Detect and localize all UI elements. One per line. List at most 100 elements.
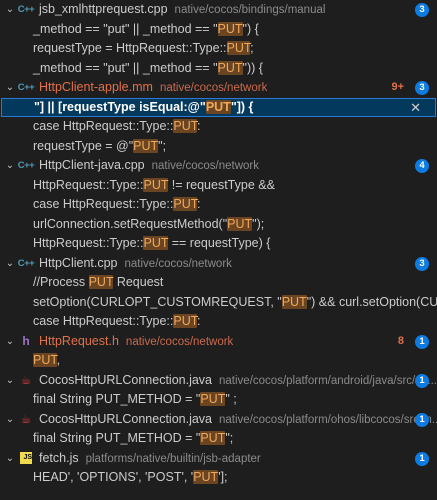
match-suffix: ";: [225, 431, 234, 445]
match-suffix: :: [196, 197, 201, 211]
match-line[interactable]: requestType = @"PUT";: [0, 137, 437, 157]
file-path: platforms/native/builtin/jsb-adapter: [85, 452, 261, 465]
match-suffix: ";: [158, 138, 167, 153]
match-line[interactable]: HttpRequest::Type::PUT != requestType &&: [0, 176, 437, 196]
match-text: HttpRequest::Type::PUT == requestType) {: [33, 236, 270, 250]
file-row[interactable]: ⌄ ☕ CocosHttpURLConnection.java native/coco…: [0, 371, 437, 391]
match-count-badge: 3: [415, 3, 429, 17]
file-path: native/cocos/platform/ohos/libcocos/src/…: [219, 413, 437, 426]
match-line[interactable]: _method == "put" || _method == "PUT") {: [0, 20, 437, 40]
match-line[interactable]: urlConnection.setRequestMethod("PUT");: [0, 215, 437, 235]
match-suffix: Request: [113, 275, 164, 289]
chevron-down-icon[interactable]: ⌄: [4, 78, 16, 98]
match-prefix: //Process: [33, 275, 89, 289]
match-prefix: case HttpRequest::Type::: [33, 314, 174, 328]
match-highlight: PUT: [193, 470, 219, 484]
file-name: CocosHttpURLConnection.java: [39, 411, 213, 426]
match-prefix: HttpRequest::Type::: [33, 177, 144, 192]
match-suffix: '];: [218, 470, 228, 484]
match-line[interactable]: final String PUT_METHOD = "PUT";: [0, 429, 437, 449]
match-text: setOption(CURLOPT_CUSTOMREQUEST, "PUT") …: [33, 294, 437, 309]
file-name: HttpClient-java.cpp: [39, 158, 145, 172]
file-path: native/cocos/bindings/manual: [174, 4, 326, 16]
match-highlight: PUT: [33, 353, 57, 367]
match-count-badge: 1: [415, 412, 429, 427]
cpp-icon: C++: [17, 257, 35, 269]
match-suffix: :: [196, 119, 201, 133]
match-suffix: != requestType &&: [168, 177, 275, 192]
match-count-badge: 4: [415, 159, 429, 173]
match-text: urlConnection.setRequestMethod("PUT");: [33, 216, 264, 231]
match-prefix: "] || [requestType isEqual:@": [34, 99, 206, 114]
match-prefix: requestType = @": [33, 138, 134, 153]
match-line[interactable]: _method == "put" || _method == "PUT")) {: [0, 59, 437, 79]
match-line[interactable]: case HttpRequest::Type::PUT:: [0, 117, 437, 137]
match-line[interactable]: HttpRequest::Type::PUT == requestType) {: [0, 234, 437, 254]
match-prefix: HttpRequest::Type::: [33, 236, 144, 250]
match-count-badge: 1: [415, 451, 429, 466]
match-suffix: ") {: [242, 21, 259, 36]
match-prefix: case HttpRequest::Type::: [33, 197, 174, 211]
match-suffix: ;: [250, 41, 254, 55]
match-suffix: "]) {: [230, 99, 254, 114]
match-text: //Process PUT Request: [33, 275, 163, 289]
match-line[interactable]: "] || [requestType isEqual:@"PUT"]) { ✕: [1, 97, 436, 117]
chevron-down-icon[interactable]: ⌄: [4, 410, 16, 430]
chevron-down-icon[interactable]: ⌄: [4, 371, 16, 391]
match-prefix: HEAD', 'OPTIONS', 'POST', ': [33, 470, 194, 484]
chevron-down-icon[interactable]: ⌄: [4, 332, 16, 352]
match-text: final String PUT_METHOD = "PUT" ;: [33, 392, 237, 406]
match-suffix: " ;: [225, 392, 237, 406]
chevron-down-icon[interactable]: ⌄: [4, 156, 16, 176]
match-highlight: PUT: [217, 60, 243, 75]
file-path: native/cocos/network: [125, 335, 234, 348]
file-row[interactable]: ⌄ C++ HttpClient-java.cpp native/cocos/netw…: [0, 156, 437, 176]
java-icon: ☕: [20, 372, 32, 387]
match-suffix: == requestType) {: [168, 236, 271, 250]
match-line[interactable]: setOption(CURLOPT_CUSTOMREQUEST, "PUT") …: [0, 293, 437, 313]
match-prefix: final String PUT_METHOD = ": [33, 431, 201, 445]
chevron-down-icon[interactable]: ⌄: [4, 254, 16, 274]
match-highlight: PUT: [200, 431, 226, 445]
match-text: case HttpRequest::Type::PUT:: [33, 119, 200, 133]
match-line[interactable]: final String PUT_METHOD = "PUT" ;: [0, 390, 437, 410]
match-text: _method == "put" || _method == "PUT") {: [33, 21, 259, 36]
file-name: CocosHttpURLConnection.java: [39, 372, 213, 387]
file-name: HttpRequest.h: [39, 333, 119, 348]
match-text: requestType = HttpRequest::Type::PUT;: [33, 41, 254, 55]
match-line[interactable]: requestType = HttpRequest::Type::PUT;: [0, 39, 437, 59]
match-prefix: requestType = HttpRequest::Type::: [33, 41, 227, 55]
match-highlight: PUT: [133, 138, 159, 153]
match-highlight: PUT: [205, 99, 231, 114]
file-path: native/cocos/network: [159, 82, 268, 94]
chevron-down-icon[interactable]: ⌄: [4, 0, 16, 20]
file-row[interactable]: ⌄ ☕ CocosHttpURLConnection.java native/coco…: [0, 410, 437, 430]
file-name: jsb_xmlhttprequest.cpp: [39, 2, 168, 16]
match-line[interactable]: case HttpRequest::Type::PUT:: [0, 195, 437, 215]
match-text: "] || [requestType isEqual:@"PUT"]) {: [34, 99, 254, 114]
file-row[interactable]: ⌄ C++ jsb_xmlhttprequest.cpp native/cocos/b…: [0, 0, 437, 20]
file-row[interactable]: ⌄ C++ HttpClient.cpp native/cocos/network 3: [0, 254, 437, 274]
match-prefix: urlConnection.setRequestMethod(": [33, 216, 228, 231]
h-icon: h: [22, 333, 30, 348]
match-count-badge: 1: [415, 334, 429, 349]
file-name: HttpClient.cpp: [39, 255, 118, 270]
dismiss-match-icon[interactable]: ✕: [410, 99, 421, 117]
match-line[interactable]: //Process PUT Request: [0, 273, 437, 293]
match-highlight: PUT: [143, 177, 169, 192]
match-prefix: _method == "put" || _method == ": [33, 60, 218, 75]
match-line[interactable]: PUT,: [0, 351, 437, 371]
match-line[interactable]: HEAD', 'OPTIONS', 'POST', 'PUT'];: [0, 468, 437, 488]
match-line[interactable]: case HttpRequest::Type::PUT:: [0, 312, 437, 332]
match-suffix: ") && curl.setOption(CURLOPT...: [306, 294, 437, 309]
chevron-down-icon[interactable]: ⌄: [4, 449, 16, 469]
match-highlight: PUT: [200, 392, 226, 406]
match-suffix: ")) {: [242, 60, 263, 75]
file-row[interactable]: ⌄ JS fetch.js platforms/native/builtin/jsb-…: [0, 449, 437, 469]
cpp-icon: C++: [17, 82, 35, 93]
file-row[interactable]: ⌄ C++ HttpClient-apple.mm native/cocos/netw…: [0, 78, 437, 98]
file-row[interactable]: ⌄ h HttpRequest.h native/cocos/network 8 1: [0, 332, 437, 352]
file-path: native/cocos/platform/android/java/src/c…: [219, 374, 437, 387]
match-highlight: PUT: [173, 314, 197, 328]
match-prefix: final String PUT_METHOD = ": [33, 392, 201, 406]
